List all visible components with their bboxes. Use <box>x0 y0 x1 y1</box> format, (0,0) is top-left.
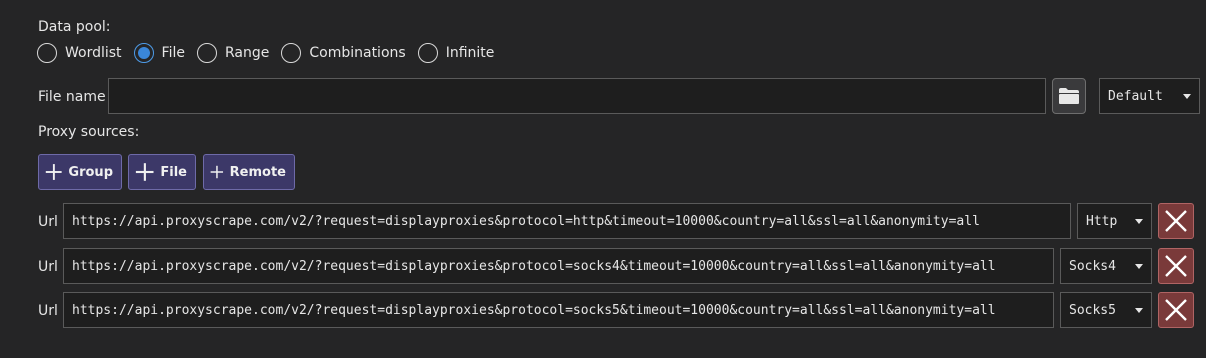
proxy-sources-label: Proxy sources: <box>38 124 140 140</box>
url-label: Url <box>38 303 58 319</box>
chevron-down-icon <box>1135 218 1143 224</box>
radio-label-wordlist: Wordlist <box>65 45 122 61</box>
chevron-down-icon <box>1135 307 1143 313</box>
add-remote-button[interactable]: Remote <box>203 154 295 190</box>
add-remote-label: Remote <box>229 164 286 180</box>
proxy-url-input[interactable]: https://api.proxyscrape.com/v2/?request=… <box>63 203 1071 239</box>
radio-label-infinite: Infinite <box>445 45 495 61</box>
encoding-select[interactable]: Default <box>1099 78 1200 114</box>
plus-icon <box>45 164 62 180</box>
radio-circle <box>281 43 302 63</box>
url-label: Url <box>38 259 58 275</box>
plus-icon <box>135 163 154 181</box>
proxy-type-select[interactable]: Http <box>1077 203 1152 239</box>
remove-proxy-source-button[interactable] <box>1158 203 1194 239</box>
plus-icon <box>210 165 224 179</box>
radio-infinite[interactable]: Infinite <box>417 43 495 63</box>
radio-circle <box>196 43 217 63</box>
chevron-down-icon <box>1135 263 1143 269</box>
remove-proxy-source-button[interactable] <box>1158 248 1194 284</box>
add-group-label: Group <box>68 164 113 180</box>
data-pool-radio-group: Wordlist File Range Combinations Infinit… <box>37 41 506 65</box>
remove-proxy-source-button[interactable] <box>1158 292 1194 328</box>
radio-label-combinations: Combinations <box>309 45 406 61</box>
close-icon <box>1165 299 1187 321</box>
add-file-button[interactable]: File <box>128 154 196 190</box>
file-name-label: File name <box>38 89 106 105</box>
chevron-down-icon <box>1183 93 1191 99</box>
radio-label-range: Range <box>224 45 270 61</box>
radio-file[interactable]: File <box>133 43 185 63</box>
proxy-type-select[interactable]: Socks5 <box>1060 292 1152 328</box>
radio-label-file: File <box>161 45 185 61</box>
radio-circle <box>133 43 154 63</box>
folder-icon <box>1059 88 1079 104</box>
encoding-value: Default <box>1108 88 1163 104</box>
add-file-label: File <box>160 164 187 180</box>
file-name-input[interactable] <box>108 78 1046 114</box>
radio-circle <box>37 43 57 63</box>
proxy-url-input[interactable]: https://api.proxyscrape.com/v2/?request=… <box>63 292 1054 328</box>
proxy-type-select[interactable]: Socks4 <box>1060 248 1152 284</box>
radio-wordlist[interactable]: Wordlist <box>37 43 122 63</box>
proxy-url-input[interactable]: https://api.proxyscrape.com/v2/?request=… <box>63 248 1054 284</box>
radio-combinations[interactable]: Combinations <box>281 43 406 63</box>
proxy-type-value: Socks5 <box>1069 302 1116 318</box>
proxy-type-value: Http <box>1086 213 1118 229</box>
proxy-type-value: Socks4 <box>1069 258 1116 274</box>
radio-circle <box>417 43 438 63</box>
data-pool-label: Data pool: <box>38 19 111 35</box>
browse-file-button[interactable] <box>1052 78 1086 114</box>
close-icon <box>1165 210 1187 232</box>
add-group-button[interactable]: Group <box>38 154 122 190</box>
close-icon <box>1165 255 1187 277</box>
radio-range[interactable]: Range <box>196 43 270 63</box>
url-label: Url <box>38 214 58 230</box>
